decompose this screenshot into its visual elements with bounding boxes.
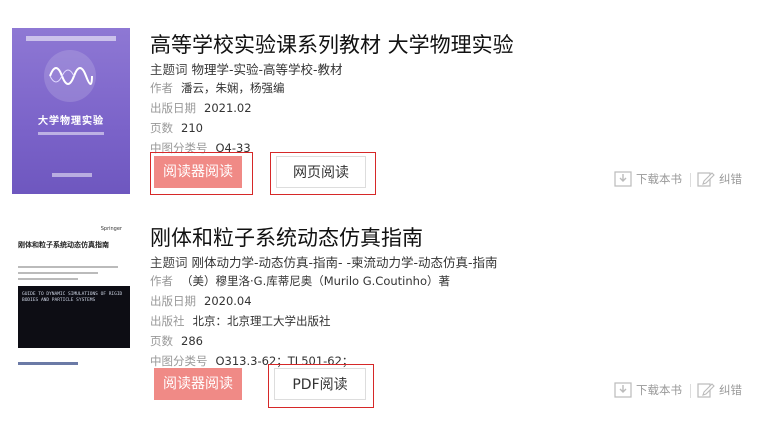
field-label: 出版日期 <box>150 101 196 115</box>
report-error-button[interactable]: 纠错 <box>697 171 742 187</box>
field-value: O4-33 <box>215 141 251 155</box>
reader-read-button[interactable]: 阅读器阅读 <box>154 368 242 400</box>
subject-value: 刚体动力学-动态仿真-指南- -柬流动力学-动态仿真-指南 <box>191 255 498 270</box>
edit-icon <box>697 383 715 398</box>
correct-label: 纠错 <box>719 172 742 186</box>
book-cover[interactable]: 大学物理实验 <box>12 28 130 194</box>
subject-line: 主题词 刚体动力学-动态仿真-指南- -柬流动力学-动态仿真-指南 <box>150 252 498 271</box>
subject-label: 主题词 <box>150 62 188 77</box>
field-label: 出版社 <box>150 314 185 328</box>
book-meta: 作者 （美）穆里洛·G.库蒂尼奥（Murilo G.Coutinho）著 出版日期… <box>150 271 450 371</box>
book-entry: 大学物理实验 高等学校实验课系列教材 大学物理实验 主题词 物理学-实验-高等学校… <box>0 0 771 205</box>
waveform-graphic <box>44 50 96 102</box>
divider <box>690 384 691 398</box>
book-title[interactable]: 刚体和粒子系统动态仿真指南 <box>150 222 423 252</box>
field-label: 页数 <box>150 121 173 135</box>
download-label: 下载本书 <box>636 172 682 186</box>
field-label: 中图分类号 <box>150 141 208 155</box>
subject-line: 主题词 物理学-实验-高等学校-教材 <box>150 59 343 78</box>
book-cover[interactable]: Springer 刚体和粒子系统动态仿真指南 GUIDE TO DYNAMIC … <box>12 222 130 386</box>
cover-art: Springer 刚体和粒子系统动态仿真指南 GUIDE TO DYNAMIC … <box>12 222 130 386</box>
field-value: 潘云，朱娴，杨强编 <box>181 81 285 95</box>
download-book-button[interactable]: 下载本书 <box>614 171 682 187</box>
subject-value: 物理学-实验-高等学校-教材 <box>191 62 343 77</box>
cover-art: 大学物理实验 <box>12 28 130 194</box>
field-value: 2021.02 <box>204 101 252 115</box>
cover-title: 大学物理实验 <box>38 116 104 127</box>
pdf-read-button[interactable]: PDF阅读 <box>274 368 366 400</box>
field-value: 286 <box>181 334 203 348</box>
report-error-button[interactable]: 纠错 <box>697 382 742 398</box>
cover-title: 刚体和粒子系统动态仿真指南 <box>18 241 109 249</box>
field-value: 北京：北京理工大学出版社 <box>192 314 331 328</box>
book-meta: 作者 潘云，朱娴，杨强编 出版日期 2021.02 页数 210 中图分类号 O4-33 <box>150 78 285 158</box>
cover-dark-panel: GUIDE TO DYNAMIC SIMULATIONS OF RIGID BO… <box>18 286 130 348</box>
field-value: 210 <box>181 121 203 135</box>
field-value: O313.3-62；TL501-62； <box>215 354 354 368</box>
reader-read-button[interactable]: 阅读器阅读 <box>154 156 242 188</box>
edit-icon <box>697 172 715 187</box>
download-icon <box>614 382 632 398</box>
subject-label: 主题词 <box>150 255 188 270</box>
download-book-button[interactable]: 下载本书 <box>614 382 682 398</box>
field-value: （美）穆里洛·G.库蒂尼奥（Murilo G.Coutinho）著 <box>181 274 450 288</box>
cover-english-title: GUIDE TO DYNAMIC SIMULATIONS OF RIGID BO… <box>22 292 123 303</box>
field-label: 作者 <box>150 81 173 95</box>
publisher-mark: Springer <box>100 226 122 232</box>
download-icon <box>614 171 632 187</box>
field-value: 2020.04 <box>204 294 252 308</box>
book-title[interactable]: 高等学校实验课系列教材 大学物理实验 <box>150 29 514 59</box>
correct-label: 纠错 <box>719 383 742 397</box>
download-label: 下载本书 <box>636 383 682 397</box>
field-label: 出版日期 <box>150 294 196 308</box>
divider <box>690 173 691 187</box>
field-label: 作者 <box>150 274 173 288</box>
web-read-button[interactable]: 网页阅读 <box>276 156 366 188</box>
field-label: 页数 <box>150 334 173 348</box>
